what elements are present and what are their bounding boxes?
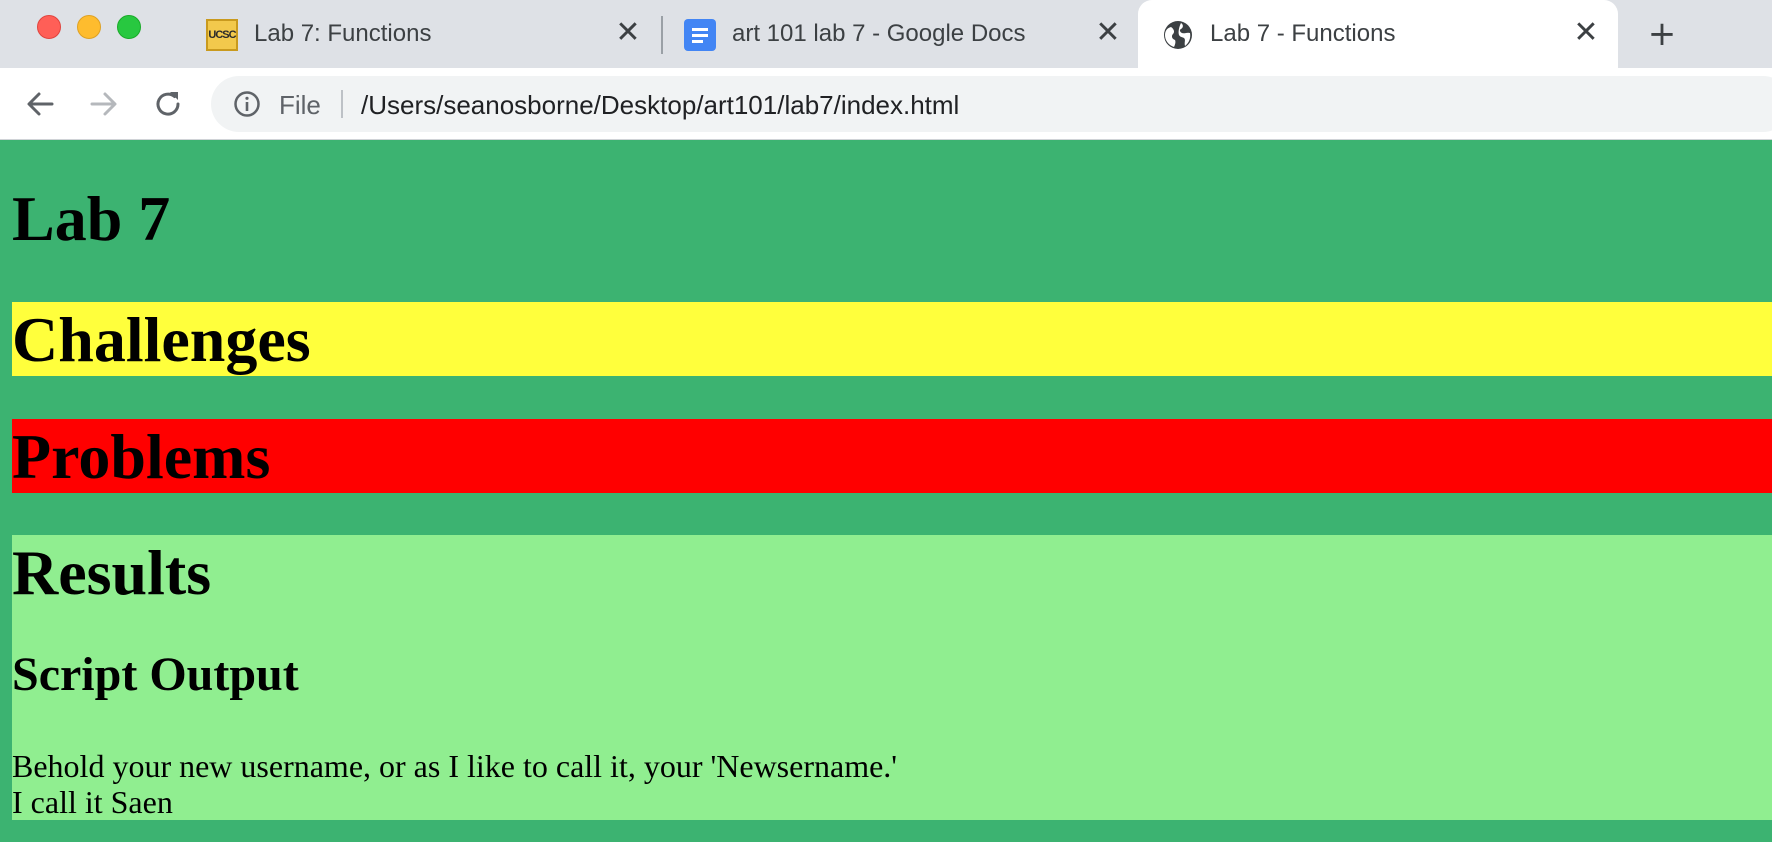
google-docs-icon xyxy=(684,19,716,51)
output-line: Behold your new username, or as I like t… xyxy=(12,748,898,784)
tab-title: Lab 7: Functions xyxy=(254,20,432,47)
tab-strip: UCSC Lab 7: Functions ✕ art 101 lab 7 - … xyxy=(0,0,1772,68)
new-tab-button[interactable]: + xyxy=(1644,17,1680,53)
script-output: Behold your new username, or as I like t… xyxy=(12,748,897,820)
tab-lab7-functions-active[interactable]: Lab 7 - Functions ✕ xyxy=(1138,0,1618,68)
address-bar[interactable]: File /Users/seanosborne/Desktop/art101/l… xyxy=(211,76,1772,132)
tab-title: art 101 lab 7 - Google Docs xyxy=(732,20,1026,47)
address-divider xyxy=(341,90,343,118)
challenges-heading: Challenges xyxy=(12,304,311,375)
tab-title: Lab 7 - Functions xyxy=(1210,20,1396,47)
results-heading: Results xyxy=(12,537,212,608)
window-zoom-button[interactable] xyxy=(117,15,141,39)
challenges-section: Challenges xyxy=(12,302,1772,376)
tab-lab7-functions-ucsc[interactable]: UCSC Lab 7: Functions ✕ xyxy=(184,0,661,68)
script-output-heading: Script Output xyxy=(12,648,299,701)
back-arrow-icon[interactable] xyxy=(22,86,58,122)
window-minimize-button[interactable] xyxy=(77,15,101,39)
output-line: I call it Saen xyxy=(12,784,173,820)
browser-toolbar: File /Users/seanosborne/Desktop/art101/l… xyxy=(0,68,1772,140)
ucsc-favicon: UCSC xyxy=(206,19,238,51)
problems-section: Problems xyxy=(12,419,1772,493)
close-icon[interactable]: ✕ xyxy=(1571,18,1601,48)
close-icon[interactable]: ✕ xyxy=(613,18,643,48)
tab-google-docs[interactable]: art 101 lab 7 - Google Docs ✕ xyxy=(662,0,1140,68)
url-text[interactable]: /Users/seanosborne/Desktop/art101/lab7/i… xyxy=(361,90,959,121)
results-section: Results Script Output Behold your new us… xyxy=(12,535,1772,820)
reload-icon[interactable] xyxy=(150,86,186,122)
close-icon[interactable]: ✕ xyxy=(1093,18,1123,48)
page-title: Lab 7 xyxy=(12,183,171,254)
forward-arrow-icon[interactable] xyxy=(86,86,122,122)
globe-icon xyxy=(1164,21,1192,49)
problems-heading: Problems xyxy=(12,421,271,492)
page-content: Lab 7 Challenges Problems Results Script… xyxy=(0,141,1772,842)
info-icon[interactable] xyxy=(233,90,261,118)
file-scheme-label[interactable]: File xyxy=(279,90,321,121)
window-close-button[interactable] xyxy=(37,15,61,39)
